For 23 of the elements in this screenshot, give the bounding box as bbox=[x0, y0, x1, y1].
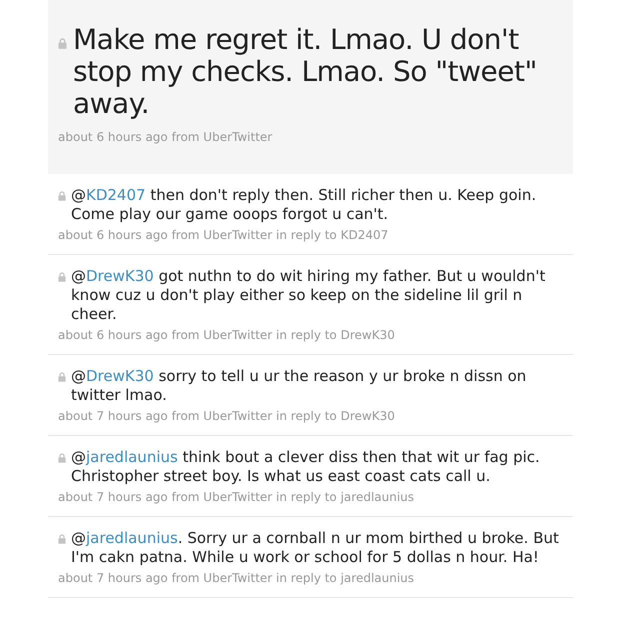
tweet-meta: about 7 hours ago from UberTwitter in reply to jaredlaunius bbox=[58, 570, 416, 587]
tweet-text: Make me regret it. Lmao. U don't stop my checks. Lmao. So "tweet" away. bbox=[73, 24, 538, 120]
mention-link[interactable]: DrewK30 bbox=[86, 367, 154, 385]
tweet-text: @jaredlaunius. Sorry ur a cornball n ur mom birthed u broke. But I'm cakn patna. While u work or school for 5 dollas n hour. Ha! bbox=[71, 529, 560, 567]
tweet-meta: about 6 hours ago from UberTwitter in reply to DrewK30 bbox=[58, 327, 396, 344]
lock-icon bbox=[58, 534, 66, 544]
lock-icon bbox=[58, 272, 66, 282]
tweet-text: @DrewK30 got nuthn to do wit hiring my father. But u wouldn't know cuz u don't play either so keep on the sideline lil gril n cheer. bbox=[71, 267, 546, 324]
mention-link[interactable]: jaredlaunius bbox=[86, 529, 178, 547]
mention-link[interactable]: KD2407 bbox=[86, 186, 146, 204]
tweet-meta: about 7 hours ago from UberTwitter in reply to jaredlaunius bbox=[58, 489, 416, 506]
mention-link[interactable]: jaredlaunius bbox=[86, 448, 178, 466]
tweet-text: @jaredlaunius think bout a clever diss then that wit ur fag pic. Christopher street boy. Is what us east coast cats call u. bbox=[71, 448, 541, 486]
tweet-meta: about 7 hours ago from UberTwitter in reply to DrewK30 bbox=[58, 408, 396, 425]
mention-link[interactable]: DrewK30 bbox=[86, 267, 154, 285]
lock-icon bbox=[58, 372, 66, 382]
lock-icon bbox=[58, 191, 66, 201]
tweet-meta: about 6 hours ago from UberTwitter bbox=[58, 129, 274, 146]
tweet-meta: about 6 hours ago from UberTwitter in reply to KD2407 bbox=[58, 227, 390, 244]
tweet-text: @DrewK30 sorry to tell u ur the reason y ur broke n dissn on twitter lmao. bbox=[71, 367, 528, 405]
lock-icon bbox=[58, 38, 67, 49]
lock-icon bbox=[58, 453, 66, 463]
tweet-text: @KD2407 then don't reply then. Still richer then u. Keep goin. Come play our game ooops forgot u can't. bbox=[71, 186, 538, 224]
